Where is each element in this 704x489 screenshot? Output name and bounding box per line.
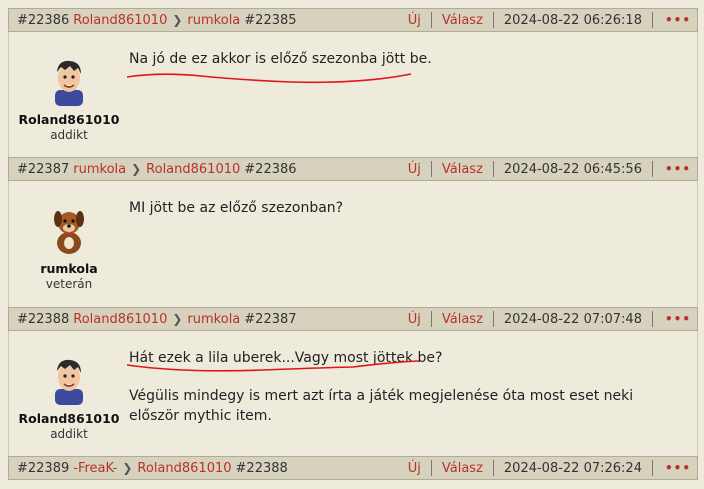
divider — [492, 311, 494, 327]
author-card: Roland861010 addikt — [9, 353, 129, 441]
new-link[interactable]: Új — [408, 312, 421, 327]
reply-link[interactable]: Válasz — [442, 162, 483, 177]
reply-link[interactable]: Válasz — [442, 461, 483, 476]
message-paragraph: Végülis mindegy is mert azt írta a játék… — [129, 388, 634, 424]
post-body: rumkola veterán MI jött be az előző szez… — [8, 181, 698, 307]
chevron-right-icon: ❯ — [172, 13, 183, 27]
post-author-link[interactable]: Roland861010 — [73, 13, 167, 28]
more-menu-icon[interactable]: ••• — [665, 162, 691, 176]
more-menu-icon[interactable]: ••• — [665, 461, 691, 475]
reply-to-id[interactable]: #22385 — [244, 13, 296, 28]
divider — [492, 12, 494, 28]
reply-to-link[interactable]: rumkola — [187, 312, 240, 327]
post-author-link[interactable]: -FreaK- — [73, 461, 117, 476]
reply-to-id[interactable]: #22387 — [244, 312, 296, 327]
post-id[interactable]: #22386 — [17, 13, 69, 28]
author-rank: addikt — [50, 427, 88, 441]
reply-to-id[interactable]: #22386 — [244, 162, 296, 177]
author-name[interactable]: Roland861010 — [9, 411, 129, 426]
post-date: 2024-08-22 06:45:56 — [503, 161, 642, 177]
post-header: #22387 rumkola ❯ Roland861010 #22386 Új … — [8, 157, 698, 181]
post-author-link[interactable]: rumkola — [73, 162, 126, 177]
author-card: Roland861010 addikt — [9, 54, 129, 142]
reply-to-link[interactable]: rumkola — [187, 13, 240, 28]
new-link[interactable]: Új — [408, 461, 421, 476]
post-date: 2024-08-22 07:26:24 — [503, 460, 642, 476]
post-id[interactable]: #22389 — [17, 461, 69, 476]
author-rank: veterán — [45, 277, 93, 291]
reply-to-link[interactable]: Roland861010 — [146, 162, 240, 177]
chevron-right-icon: ❯ — [131, 162, 142, 176]
reply-link[interactable]: Válasz — [442, 13, 483, 28]
new-link[interactable]: Új — [408, 13, 421, 28]
divider — [430, 460, 432, 476]
message-paragraph: MI jött be az előző szezonban? — [129, 200, 344, 216]
message-text: Hát ezek a lila uberek...Vagy most jötte… — [129, 348, 674, 426]
post-header: #22386 Roland861010 ❯ rumkola #22385 Új … — [8, 8, 698, 32]
author-name[interactable]: Roland861010 — [9, 112, 129, 127]
message-text: Na jó de ez akkor is előző szezonba jött… — [129, 49, 674, 69]
divider — [651, 12, 653, 28]
divider — [430, 311, 432, 327]
divider — [492, 460, 494, 476]
reply-to-id[interactable]: #22388 — [236, 461, 288, 476]
author-name[interactable]: rumkola — [9, 261, 129, 276]
post-date: 2024-08-22 06:26:18 — [503, 12, 642, 28]
more-menu-icon[interactable]: ••• — [665, 13, 691, 27]
reply-to-link[interactable]: Roland861010 — [137, 461, 231, 476]
author-rank: addikt — [50, 128, 88, 142]
post-body: Roland861010 addikt Hát ezek a lila uber… — [8, 331, 698, 456]
boy-avatar-icon[interactable] — [45, 54, 93, 106]
divider — [430, 12, 432, 28]
reply-link[interactable]: Válasz — [442, 312, 483, 327]
divider — [651, 311, 653, 327]
divider — [492, 161, 494, 177]
chevron-right-icon: ❯ — [122, 461, 133, 475]
post-id[interactable]: #22388 — [17, 312, 69, 327]
boy-avatar-icon[interactable] — [45, 353, 93, 405]
dog-avatar-icon[interactable] — [45, 203, 93, 255]
post-header: #22388 Roland861010 ❯ rumkola #22387 Új … — [8, 307, 698, 331]
post-author-link[interactable]: Roland861010 — [73, 312, 167, 327]
post-header: #22389 -FreaK- ❯ Roland861010 #22388 Új … — [8, 456, 698, 480]
divider — [651, 460, 653, 476]
post-date: 2024-08-22 07:07:48 — [503, 311, 642, 327]
message-paragraph: Na jó de ez akkor is előző szezonba jött… — [129, 51, 432, 67]
more-menu-icon[interactable]: ••• — [665, 312, 691, 326]
post-id[interactable]: #22387 — [17, 162, 69, 177]
post-body: Roland861010 addikt Na jó de ez akkor is… — [8, 32, 698, 157]
divider — [430, 161, 432, 177]
chevron-right-icon: ❯ — [172, 312, 183, 326]
author-card: rumkola veterán — [9, 203, 129, 291]
message-paragraph: Hát ezek a lila uberek...Vagy most jötte… — [129, 350, 443, 366]
divider — [651, 161, 653, 177]
message-text: MI jött be az előző szezonban? — [129, 198, 674, 218]
annotation-underline — [126, 73, 412, 84]
new-link[interactable]: Új — [408, 162, 421, 177]
